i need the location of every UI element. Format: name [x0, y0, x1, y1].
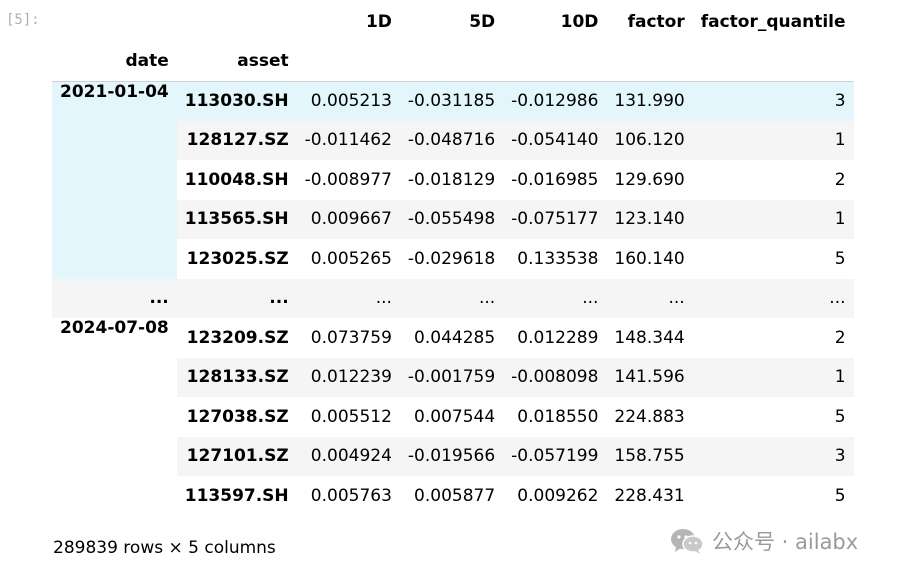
- cell-5d: 0.044285: [414, 327, 496, 348]
- header-empty: [606, 41, 693, 82]
- cell-prompt: [5]:: [6, 12, 40, 28]
- date-index-cell: 2021-01-04: [52, 81, 177, 279]
- dataframe-table: 1D 5D 10D factor factor_quantile date as…: [52, 2, 854, 516]
- asset-index-cell: 123209.SZ: [186, 327, 289, 348]
- cell-factor-quantile: 5: [834, 248, 846, 269]
- cell-1d: 0.009667: [296, 199, 400, 239]
- cell-10d: -0.008098: [503, 357, 607, 397]
- cell-10d: -0.075177: [503, 199, 607, 239]
- cell-ellipsis: ...: [692, 278, 854, 318]
- cell-5d: -0.055498: [399, 199, 504, 239]
- cell-ellipsis: ...: [399, 278, 504, 318]
- header-empty: [503, 41, 607, 82]
- ellipsis-row: ... ... ... ... ... ... ...: [52, 278, 854, 318]
- cell-10d: -0.057199: [503, 436, 607, 476]
- cell-factor: 158.755: [606, 436, 693, 476]
- cell-5d: -0.001759: [399, 357, 504, 397]
- wechat-icon: [671, 529, 704, 554]
- table-row[interactable]: 2021-01-04 113030.SH 0.005213 -0.031185 …: [52, 81, 854, 279]
- asset-index-cell: 127038.SZ: [186, 406, 289, 427]
- header-blank-date: [52, 2, 177, 42]
- asset-index-cell: 113597.SH: [184, 485, 289, 506]
- watermark-text: 公众号 · ailabx: [712, 530, 859, 554]
- cell-factor: 131.990: [606, 81, 693, 121]
- cell-5d: -0.031185: [399, 81, 504, 121]
- cell-factor: 148.344: [614, 327, 685, 348]
- cell-5d: -0.019566: [399, 436, 504, 476]
- cell-10d: 0.012289: [517, 327, 599, 348]
- cell-10d: 0.018550: [517, 406, 599, 427]
- date-index-cell: 2024-07-08: [60, 318, 169, 338]
- cell-factor-quantile: 1: [692, 357, 854, 397]
- index-name-asset: asset: [176, 41, 297, 82]
- cell-factor: 141.596: [606, 357, 693, 397]
- cell-1d: 0.073759: [310, 327, 392, 348]
- cell-5d: -0.029618: [407, 248, 496, 269]
- cell-1d: 0.005512: [310, 406, 392, 427]
- asset-index-cell: 113030.SH: [176, 81, 297, 121]
- header-blank-asset: [177, 2, 297, 42]
- header-empty: [296, 41, 400, 82]
- cell-10d: -0.016985: [511, 169, 599, 190]
- column-header-factor-quantile: factor_quantile: [700, 11, 846, 32]
- cell-factor: 123.140: [606, 199, 693, 239]
- asset-index-cell: 128127.SZ: [176, 120, 297, 160]
- cell-factor: 228.431: [614, 485, 685, 506]
- date-index-ellipsis: ...: [52, 278, 177, 318]
- cell-1d: 0.005265: [310, 248, 392, 269]
- table-body: 2021-01-04 113030.SH 0.005213 -0.031185 …: [52, 81, 854, 516]
- cell-factor: 129.690: [614, 169, 685, 190]
- cell-10d: -0.054140: [503, 120, 607, 160]
- cell-factor: 224.883: [614, 406, 685, 427]
- cell-factor-quantile: 1: [692, 120, 854, 160]
- column-header-factor: factor: [627, 11, 685, 32]
- watermark: 公众号 · ailabx: [670, 527, 858, 555]
- cell-factor-quantile: 3: [692, 436, 854, 476]
- cell-factor-quantile: 5: [834, 485, 846, 506]
- cell-factor: 106.120: [606, 120, 693, 160]
- asset-index-cell: 128133.SZ: [176, 357, 297, 397]
- index-name-row: date asset: [52, 41, 854, 82]
- column-header-10d: 10D: [560, 11, 599, 32]
- cell-10d: -0.012986: [503, 81, 607, 121]
- cell-ellipsis: ...: [296, 278, 400, 318]
- cell-1d: 0.005763: [310, 485, 392, 506]
- cell-5d: -0.048716: [399, 120, 504, 160]
- cell-5d: -0.018129: [407, 169, 496, 190]
- column-header-5d: 5D: [469, 11, 496, 32]
- table-row[interactable]: 2024-07-08 123209.SZ 0.073759 0.044285 0…: [52, 318, 854, 358]
- cell-1d: 0.004924: [296, 436, 400, 476]
- header-empty: [692, 41, 854, 82]
- cell-factor-quantile: 2: [834, 327, 846, 348]
- dataframe-shape-footer: 289839 rows × 5 columns: [53, 538, 276, 558]
- asset-index-cell: 113565.SH: [176, 199, 297, 239]
- header-empty: [399, 41, 504, 82]
- cell-10d: 0.009262: [517, 485, 599, 506]
- asset-index-ellipsis: ...: [176, 278, 297, 318]
- column-header-1d: 1D: [365, 11, 392, 32]
- cell-factor-quantile: 1: [692, 199, 854, 239]
- cell-factor-quantile: 2: [834, 169, 846, 190]
- cell-1d: 0.012239: [296, 357, 400, 397]
- table-header: 1D 5D 10D factor factor_quantile date as…: [52, 2, 854, 82]
- cell-5d: 0.005877: [414, 485, 496, 506]
- cell-factor-quantile: 5: [834, 406, 846, 427]
- index-name-date: date: [52, 41, 177, 82]
- asset-index-cell: 127101.SZ: [176, 436, 297, 476]
- cell-ellipsis: ...: [606, 278, 693, 318]
- cell-factor: 160.140: [614, 248, 685, 269]
- cell-1d: -0.011462: [296, 120, 400, 160]
- asset-index-cell: 123025.SZ: [186, 248, 289, 269]
- cell-5d: 0.007544: [414, 406, 496, 427]
- cell-ellipsis: ...: [503, 278, 607, 318]
- cell-1d: -0.008977: [304, 169, 392, 190]
- column-header-row: 1D 5D 10D factor factor_quantile: [52, 2, 854, 42]
- asset-index-cell: 110048.SH: [184, 169, 289, 190]
- cell-1d: 0.005213: [296, 81, 400, 121]
- cell-factor-quantile: 3: [692, 81, 854, 121]
- cell-10d: 0.133538: [517, 248, 599, 269]
